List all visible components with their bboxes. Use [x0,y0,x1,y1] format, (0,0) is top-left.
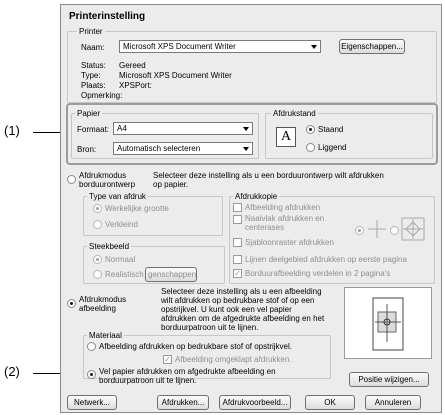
mode-embroidery-radio[interactable] [67,175,76,184]
mode-embroidery-desc-2: op papier. [153,180,189,189]
print-type-group [83,196,223,236]
template-checkbox[interactable] [233,238,242,247]
source-value: Automatisch selecteren [117,144,201,153]
print-image-label: Afbeelding afdrukken [245,203,321,212]
type-value: Microsoft XPS Document Writer [119,71,232,80]
actual-size-label: Werkelijke grootte [105,204,169,213]
page-layout-preview-icon [372,297,404,351]
paper-group-label: Papier [75,109,103,118]
lines-checkbox[interactable] [233,255,242,264]
mode-image-desc-4: afdrukken om de afgedrukte afbeelding en… [161,314,325,323]
crosshair-icon [368,220,386,238]
portrait-radio[interactable] [306,125,315,134]
mode-image-desc-1: Selecteer deze instelling als u een afbe… [161,287,322,296]
printer-name-value: Microsoft XPS Document Writer [123,42,236,51]
source-label: Bron: [77,145,97,154]
lines-label: Lijnen deelgebied afdrukken op eerste pa… [245,255,407,264]
printer-name-label: Naam: [81,43,105,52]
reduced-label: Verkleind [105,220,138,229]
portrait-label: Staand [318,125,344,134]
normal-label: Normaal [105,255,136,264]
seam-label-2: centerases [245,223,285,232]
format-select[interactable]: A4 [113,122,253,135]
chevron-down-icon [243,147,249,151]
paper-sheet-label-2: borduurpatroon uit te lijnen. [99,376,197,385]
comment-label: Opmerking: [81,91,123,100]
print-preview-button[interactable]: Afdrukvoorbeeld... [219,395,291,410]
mode-embroidery-label-1: Afdrukmodus [79,171,127,180]
print-copy-group-label: Afdrukkopie [233,192,280,201]
mirror-label: Afbeelding omgeklapt afdrukken. [175,355,292,364]
mode-image-desc-5: borduurpatroon uit te lijnen. [161,323,259,332]
dialog-title: Printerinstelling [69,11,146,22]
diamond-crosshair-icon [401,217,425,241]
realistic-label: Realistisch [105,270,144,279]
seam-checkbox[interactable] [233,215,242,224]
mode-image-label-1: Afdrukmodus [79,295,127,304]
chevron-down-icon [243,127,249,131]
callout-2: (2) [4,364,20,379]
stitch-view-group-label: Steekbeeld [87,242,132,251]
format-label: Formaat: [77,125,110,134]
status-value: Gereed [119,61,146,70]
place-value: XPSPort: [119,81,152,90]
split-checkbox[interactable]: ✓ [233,269,242,278]
mode-embroidery-desc-1: Selecteer deze instelling als u een bord… [153,171,384,180]
printer-settings-dialog: Printerinstelling Printer Naam: Microsof… [60,4,442,413]
mode-image-label-2: afbeelding [79,304,116,313]
realistic-radio[interactable] [93,270,102,279]
split-label: Borduurafbeelding verdelen in 2 pagina's [245,269,391,278]
mode-image-radio[interactable] [67,299,76,308]
mode-image-desc-2: wilt afdrukken op bedrukbare stof of op … [161,296,315,305]
fabric-label: Afbeelding afdrukken op bedrukbare stof … [99,342,293,351]
fabric-radio[interactable] [87,342,96,351]
properties-button[interactable]: Eigenschappen... [339,39,405,54]
orientation-glyph: A [280,129,292,144]
landscape-label: Liggend [318,143,347,152]
mirror-checkbox[interactable]: ✓ [163,355,172,364]
print-image-checkbox[interactable] [233,203,242,212]
normal-radio[interactable] [93,255,102,264]
cancel-button[interactable]: Annuleren [365,395,421,410]
mode-embroidery-label-2: borduurontwerp [79,180,136,189]
portrait-orientation-icon: A [276,127,296,147]
status-label: Status: [81,61,106,70]
center-axis-style-radio-1[interactable] [355,226,364,235]
print-type-group-label: Type van afdruk [87,192,148,201]
reduced-radio[interactable] [93,220,102,229]
callout-1: (1) [4,123,20,138]
place-label: Plaats: [81,81,106,90]
center-axis-style-radio-2[interactable] [390,226,399,235]
ok-button[interactable]: OK [305,395,355,410]
change-position-button[interactable]: Positie wijzigen... [349,372,429,387]
seam-label-1: Naaivlak afdrukken en [245,214,325,223]
print-button[interactable]: Afdrukken... [157,395,209,410]
template-label: Sjabloonraster afdrukken [245,238,334,247]
actual-size-radio[interactable] [93,204,102,213]
source-select[interactable]: Automatisch selecteren [113,142,253,155]
printer-name-select[interactable]: Microsoft XPS Document Writer [119,40,321,53]
format-value: A4 [117,124,127,133]
paper-sheet-label-1: Vel papier afdrukken om afgedrukte afbee… [99,367,276,376]
orientation-group-label: Afdrukstand [271,109,318,118]
chevron-down-icon [311,45,317,49]
printer-group-label: Printer [77,27,105,36]
landscape-radio[interactable] [306,143,315,152]
network-button[interactable]: Netwerk... [67,395,117,410]
mode-image-desc-3: opstrijkvel. U kunt ook een vel papier [161,305,292,314]
realistic-properties-button[interactable]: genschappen [145,267,197,282]
material-group-label: Materiaal [87,331,124,340]
position-preview-panel [344,287,432,359]
type-label: Type: [81,71,101,80]
paper-sheet-radio[interactable] [87,370,96,379]
